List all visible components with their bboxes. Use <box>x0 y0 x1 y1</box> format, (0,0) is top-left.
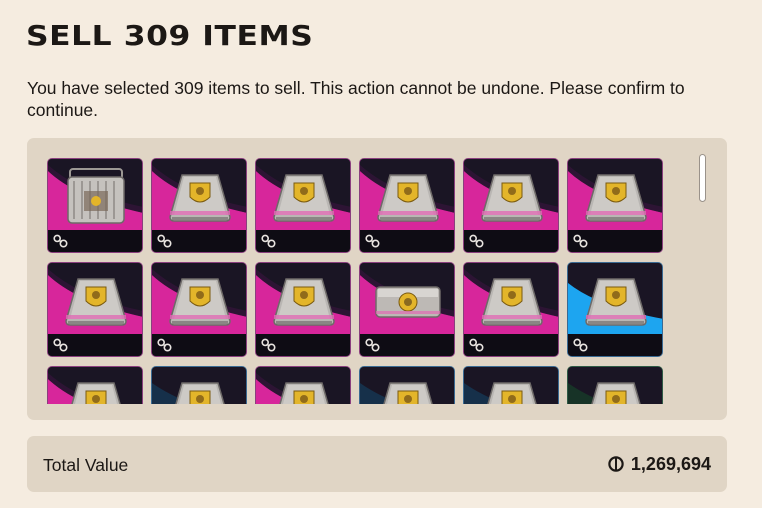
item-tile[interactable] <box>359 366 455 404</box>
crate-icon <box>487 382 537 404</box>
item-tile[interactable] <box>567 366 663 404</box>
scrap-icon <box>53 338 68 352</box>
items-panel <box>27 138 727 420</box>
item-tile[interactable] <box>151 262 247 357</box>
item-footer <box>464 334 558 356</box>
item-tile[interactable] <box>463 262 559 357</box>
item-footer <box>48 230 142 252</box>
item-tile[interactable] <box>463 158 559 253</box>
item-tile[interactable] <box>151 366 247 404</box>
total-value-number: 1,269,694 <box>630 454 711 474</box>
scrap-icon <box>573 234 588 248</box>
item-tile[interactable] <box>359 158 455 253</box>
item-tile[interactable] <box>255 262 351 357</box>
total-value-panel: Total Value 1,269,694 <box>27 436 727 492</box>
item-tile[interactable] <box>567 262 663 357</box>
item-tile[interactable] <box>463 366 559 404</box>
crate-icon <box>481 278 543 326</box>
scrap-icon <box>573 338 588 352</box>
crate-icon <box>273 174 335 222</box>
item-footer <box>568 334 662 356</box>
crate-icon <box>273 278 335 326</box>
item-footer <box>360 334 454 356</box>
item-footer <box>48 334 142 356</box>
scrap-icon <box>469 234 484 248</box>
crate-icon <box>175 382 225 404</box>
crate-icon <box>375 286 441 318</box>
scrap-icon <box>365 234 380 248</box>
item-tile[interactable] <box>47 262 143 357</box>
crate-icon <box>71 382 121 404</box>
crate-icon <box>383 382 433 404</box>
crate-icon <box>585 278 647 326</box>
item-tile[interactable] <box>255 366 351 404</box>
items-grid <box>47 158 667 404</box>
dialog-title: SELL 309 ITEMS <box>26 19 314 52</box>
confirmation-message: You have selected 309 items to sell. Thi… <box>27 78 685 120</box>
item-footer <box>256 230 350 252</box>
item-footer <box>360 230 454 252</box>
scrap-icon <box>365 338 380 352</box>
item-footer <box>152 334 246 356</box>
crate-icon <box>169 174 231 222</box>
items-scrollbar[interactable] <box>699 154 706 202</box>
crate-icon <box>65 278 127 326</box>
item-tile[interactable] <box>47 158 143 253</box>
scrap-icon <box>469 338 484 352</box>
item-tile[interactable] <box>47 366 143 404</box>
scrap-icon <box>261 234 276 248</box>
item-tile[interactable] <box>567 158 663 253</box>
item-tile[interactable] <box>255 158 351 253</box>
item-footer <box>568 230 662 252</box>
scrap-icon <box>53 234 68 248</box>
item-tile[interactable] <box>359 262 455 357</box>
scrap-icon <box>157 234 172 248</box>
crate-icon <box>67 168 125 224</box>
scrap-icon <box>157 338 172 352</box>
item-tile[interactable] <box>151 158 247 253</box>
total-value-amount: 1,269,694 <box>608 453 711 475</box>
crate-icon <box>279 382 329 404</box>
item-footer <box>256 334 350 356</box>
total-value-label: Total Value <box>43 455 129 475</box>
crate-icon <box>591 382 641 404</box>
scrap-icon <box>261 338 276 352</box>
crate-icon <box>377 174 439 222</box>
crate-icon <box>481 174 543 222</box>
crate-icon <box>169 278 231 326</box>
item-footer <box>152 230 246 252</box>
items-grid-viewport[interactable] <box>47 158 667 404</box>
crate-icon <box>585 174 647 222</box>
coin-icon <box>608 456 624 472</box>
item-footer <box>464 230 558 252</box>
